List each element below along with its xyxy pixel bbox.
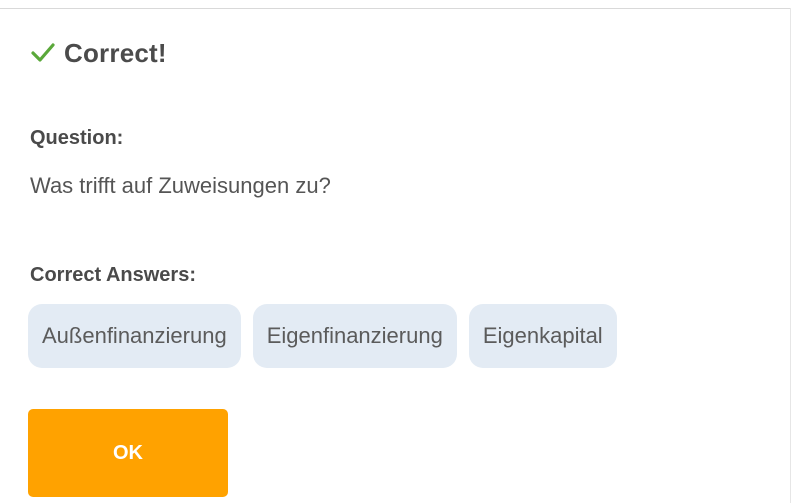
question-label: Question: [30, 127, 124, 149]
ok-button[interactable]: OK [28, 409, 228, 497]
question-text: Was trifft auf Zuweisungen zu? [30, 173, 331, 198]
result-title: Correct! [64, 37, 167, 68]
check-icon [30, 42, 56, 64]
answer-chip: Eigenkapital [468, 304, 617, 368]
correct-answers-label: Correct Answers: [30, 264, 196, 286]
top-divider [0, 8, 790, 9]
answer-chip: Eigenfinanzierung [252, 304, 457, 368]
result-header: Correct! [30, 36, 167, 70]
answer-chip: Außenfinanzierung [28, 304, 241, 368]
right-divider [790, 8, 791, 503]
correct-answers-list: Außenfinanzierung Eigenfinanzierung Eige… [28, 304, 617, 368]
